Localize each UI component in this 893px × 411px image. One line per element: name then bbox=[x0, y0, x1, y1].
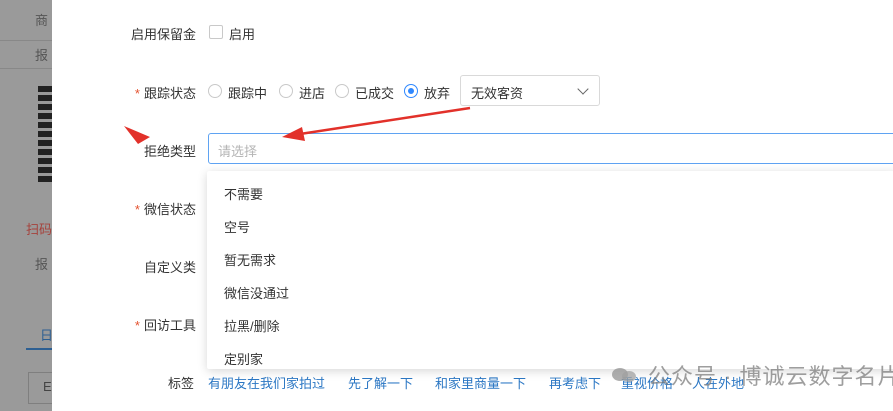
revisit-tool-label: * 回访工具 bbox=[135, 315, 196, 334]
watermark: 公众号 · 博诚云数字名片 bbox=[612, 360, 893, 390]
dropdown-option[interactable]: 不需要 bbox=[224, 184, 263, 203]
bg-scan-text: 扫码 bbox=[26, 222, 53, 237]
invalid-lead-select[interactable]: 无效客资 bbox=[460, 75, 600, 106]
custom-type-label: 自定义类 bbox=[143, 260, 196, 275]
chevron-down-icon bbox=[577, 83, 589, 95]
tracking-option-label: 进店 bbox=[299, 86, 326, 101]
tracking-radio-following[interactable] bbox=[208, 84, 222, 98]
tracking-radio-abandon[interactable] bbox=[404, 84, 418, 98]
dropdown-option[interactable]: 拉黑/删除 bbox=[224, 316, 280, 335]
tracking-option-label: 已成交 bbox=[355, 86, 395, 101]
reject-type-dropdown: 不需要 空号 暂无需求 微信没通过 拉黑/删除 定别家 bbox=[207, 171, 893, 369]
tracking-radio-visit[interactable] bbox=[279, 84, 293, 98]
retain-option-label: 启用 bbox=[229, 27, 256, 42]
tag-link[interactable]: 先了解一下 bbox=[348, 373, 413, 392]
reject-type-select[interactable]: 请选择 bbox=[208, 133, 893, 164]
wechat-icon bbox=[612, 366, 638, 384]
reject-type-placeholder: 请选择 bbox=[218, 144, 258, 159]
bg-text: 报 bbox=[35, 257, 49, 272]
tracking-label-text: 跟踪状态 bbox=[143, 86, 196, 101]
form-drawer: 启用保留金 启用 * 跟踪状态 跟踪中 进店 已成交 放弃 无效客资 拒绝类型 请… bbox=[52, 0, 893, 411]
retain-label: 启用保留金 bbox=[130, 27, 196, 42]
dropdown-option[interactable]: 微信没通过 bbox=[224, 283, 289, 302]
tracking-option-label: 放弃 bbox=[424, 86, 451, 101]
tracking-option-label: 跟踪中 bbox=[228, 86, 268, 101]
bg-tab-underline bbox=[26, 348, 52, 350]
tag-link[interactable]: 有朋友在我们家拍过 bbox=[208, 373, 325, 392]
tracking-label: * 跟踪状态 bbox=[135, 83, 196, 102]
dropdown-option[interactable]: 空号 bbox=[224, 217, 250, 236]
required-mark: * bbox=[134, 202, 140, 217]
qr-code-image bbox=[38, 86, 53, 182]
wechat-status-label-text: 微信状态 bbox=[143, 202, 196, 217]
tracking-radio-deal[interactable] bbox=[335, 84, 349, 98]
bg-divider bbox=[0, 68, 52, 69]
dropdown-option[interactable]: 定别家 bbox=[224, 349, 263, 368]
background-page: 商 报 扫码 报 日 E bbox=[0, 0, 53, 411]
bg-text: 商 bbox=[35, 13, 49, 28]
select-value: 无效客资 bbox=[471, 86, 524, 101]
retain-checkbox[interactable] bbox=[209, 25, 223, 39]
watermark-text: 公众号 · 博诚云数字名片 bbox=[648, 364, 893, 389]
tag-link[interactable]: 和家里商量一下 bbox=[435, 373, 526, 392]
dropdown-option[interactable]: 暂无需求 bbox=[224, 250, 276, 269]
required-mark: * bbox=[134, 86, 140, 101]
wechat-status-label: * 微信状态 bbox=[135, 199, 196, 218]
bg-divider bbox=[0, 40, 52, 41]
bg-text: 报 bbox=[35, 48, 49, 63]
revisit-tool-label-text: 回访工具 bbox=[143, 318, 196, 333]
reject-type-label: 拒绝类型 bbox=[143, 144, 196, 159]
tags-label: 标签 bbox=[168, 376, 195, 391]
tag-link[interactable]: 再考虑下 bbox=[549, 373, 601, 392]
bg-text: E bbox=[43, 379, 52, 394]
bg-table-cell: E bbox=[28, 372, 52, 404]
required-mark: * bbox=[134, 318, 140, 333]
